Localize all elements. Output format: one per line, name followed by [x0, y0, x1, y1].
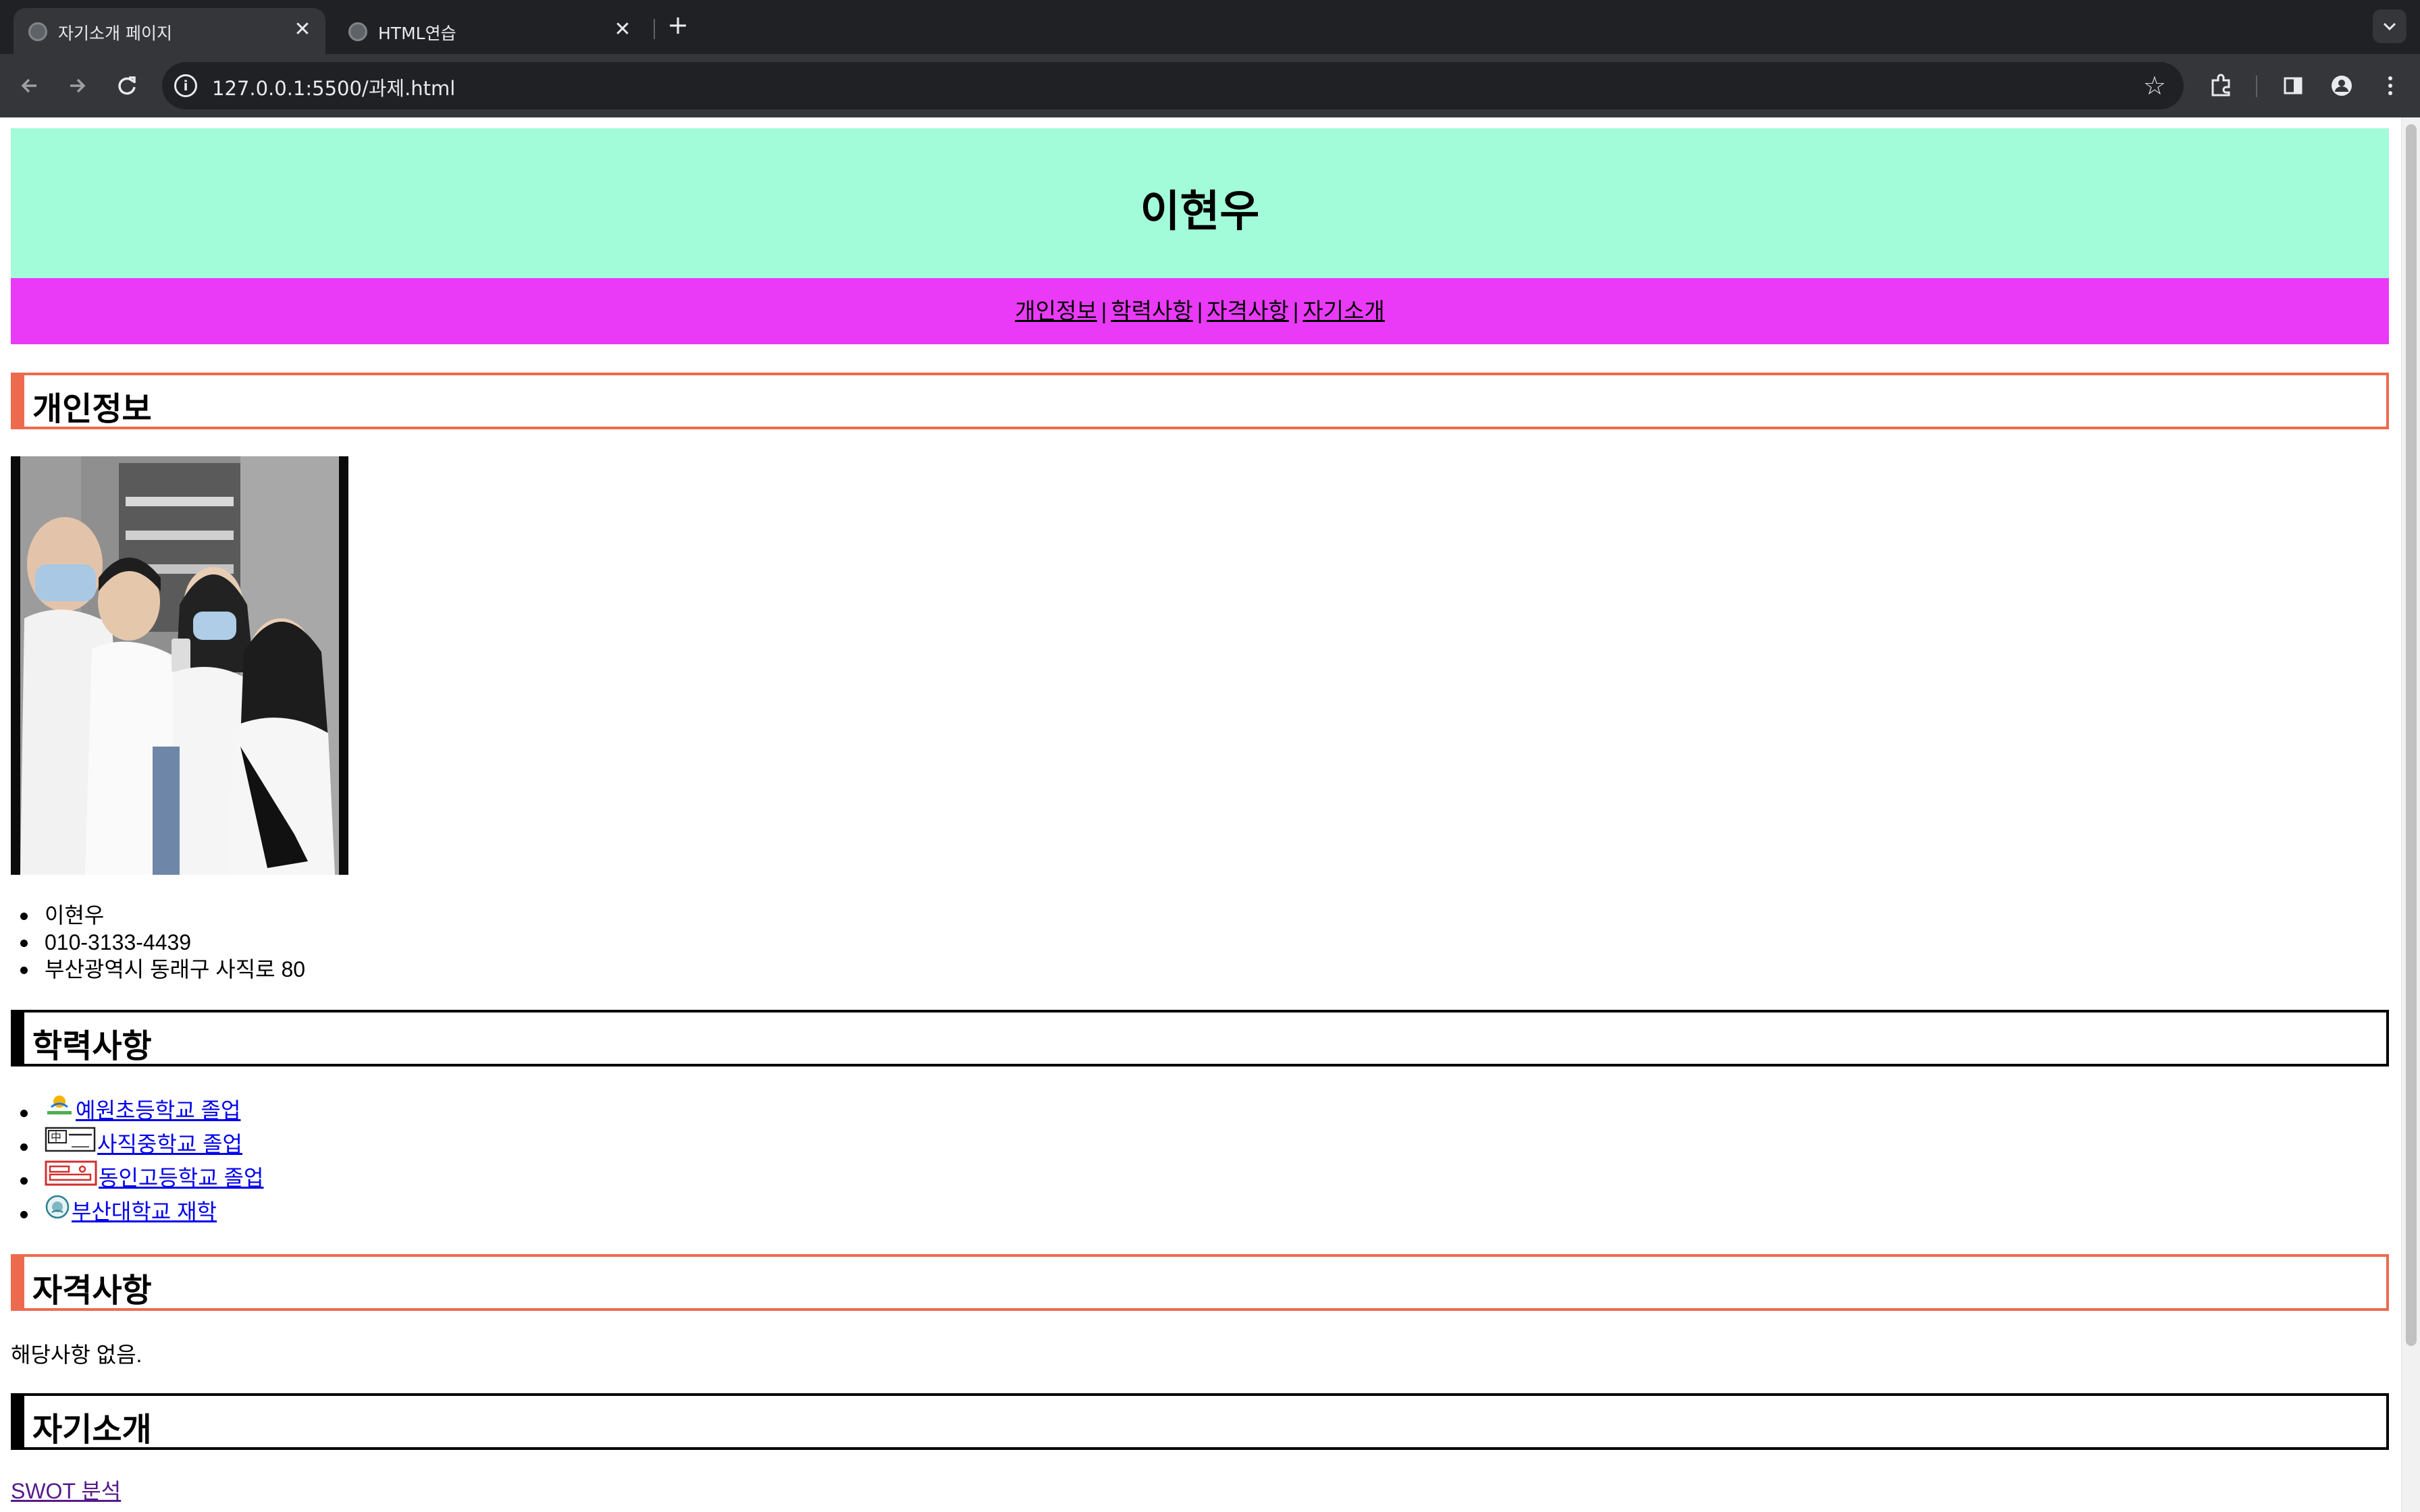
- browser-toolbar: i 127.0.0.1:5500/과제.html ☆: [0, 54, 2420, 117]
- toolbar-divider: [2256, 76, 2257, 97]
- personal-section-heading: 개인정보: [11, 373, 2389, 429]
- list-item: 예원초등학교 졸업: [20, 1094, 263, 1127]
- nav-link-education[interactable]: 학력사항: [1111, 298, 1192, 323]
- browser-tab-bar: 자기소개 페이지 ✕ HTML연습 ✕ +: [0, 0, 2420, 54]
- education-heading-text: 학력사항: [32, 1029, 152, 1064]
- forward-icon[interactable]: [61, 70, 93, 102]
- section-nav: 개인정보 | 학력사항 | 자격사항 | 자기소개: [11, 278, 2389, 344]
- nav-link-certifications[interactable]: 자격사항: [1207, 298, 1288, 323]
- tab-title: HTML연습: [378, 24, 456, 43]
- list-item-address: 부산광역시 동래구 사직로 80: [20, 957, 306, 981]
- back-icon[interactable]: [14, 70, 46, 102]
- nav-link-intro[interactable]: 자기소개: [1303, 298, 1384, 323]
- intro-heading-text: 자기소개: [32, 1412, 152, 1448]
- education-list: 예원초등학교 졸업 中 사직중학교 졸업 동인고등학교 졸업 부산대학교 재학: [20, 1094, 263, 1229]
- nav-separator: |: [1101, 298, 1107, 323]
- elementary-school-logo-icon: [45, 1094, 74, 1127]
- page-scrollbar[interactable]: [2401, 117, 2420, 1512]
- list-item-name: 이현우: [20, 902, 305, 929]
- tab-title: 자기소개 페이지: [58, 24, 172, 43]
- svg-text:中: 中: [51, 1131, 61, 1143]
- high-school-logo-icon: [45, 1160, 97, 1196]
- intro-section-heading: 자기소개: [11, 1393, 2389, 1450]
- nav-separator: |: [1292, 298, 1299, 323]
- more-menu-icon[interactable]: [2374, 70, 2406, 102]
- list-item-phone: 010-3133-4439: [20, 929, 305, 956]
- site-info-icon[interactable]: i: [174, 74, 197, 97]
- certifications-text: 해당사항 없음.: [11, 1343, 142, 1367]
- profile-icon[interactable]: [2325, 70, 2358, 102]
- nav-separator: |: [1196, 298, 1203, 323]
- globe-favicon-icon: [28, 22, 47, 41]
- school-link-elementary[interactable]: 예원초등학교 졸업: [76, 1094, 240, 1127]
- education-section-heading: 학력사항: [11, 1010, 2389, 1066]
- extensions-icon[interactable]: [2205, 70, 2237, 102]
- certifications-section-heading: 자격사항: [11, 1254, 2389, 1311]
- personal-heading-text: 개인정보: [32, 392, 152, 427]
- middle-school-logo-icon: 中: [45, 1125, 96, 1163]
- list-item: 동인고등학교 졸업: [20, 1160, 263, 1196]
- reload-icon[interactable]: [111, 70, 143, 102]
- tab-close-icon[interactable]: ✕: [609, 16, 636, 43]
- list-item: 中 사직중학교 졸업: [20, 1125, 263, 1163]
- address-bar[interactable]: i 127.0.0.1:5500/과제.html ☆: [162, 62, 2184, 109]
- tab-divider: [654, 19, 655, 39]
- page-title: 이현우: [1140, 187, 1260, 236]
- tab-search-icon[interactable]: [2373, 9, 2406, 43]
- tab-inactive[interactable]: HTML연습 ✕: [334, 8, 646, 54]
- nav-link-personal[interactable]: 개인정보: [1015, 298, 1097, 323]
- page-header: 이현우: [11, 128, 2389, 278]
- university-logo-icon: [45, 1194, 70, 1229]
- list-item: 부산대학교 재학: [20, 1194, 263, 1229]
- swot-analysis-link[interactable]: SWOT 분석: [11, 1474, 121, 1505]
- certifications-heading-text: 자격사항: [32, 1273, 152, 1309]
- school-link-university[interactable]: 부산대학교 재학: [72, 1195, 217, 1228]
- side-panel-icon[interactable]: [2277, 70, 2309, 102]
- scrollbar-thumb[interactable]: [2406, 124, 2417, 1346]
- page-viewport: 이현우 개인정보 | 학력사항 | 자격사항 | 자기소개 개인정보 이현우 0…: [0, 117, 2420, 1512]
- url-text[interactable]: 127.0.0.1:5500/과제.html: [212, 73, 455, 101]
- tab-close-icon[interactable]: ✕: [289, 16, 316, 43]
- globe-favicon-icon: [348, 22, 367, 41]
- personal-info-list: 이현우 010-3133-4439 부산광역시 동래구 사직로 80: [20, 902, 306, 983]
- school-link-middle[interactable]: 사직중학교 졸업: [97, 1127, 242, 1161]
- profile-photo: [11, 456, 348, 875]
- new-tab-button[interactable]: +: [663, 11, 693, 40]
- bookmark-star-icon[interactable]: ☆: [2143, 70, 2166, 101]
- school-link-high[interactable]: 동인고등학교 졸업: [99, 1161, 263, 1195]
- tab-active[interactable]: 자기소개 페이지 ✕: [14, 8, 325, 54]
